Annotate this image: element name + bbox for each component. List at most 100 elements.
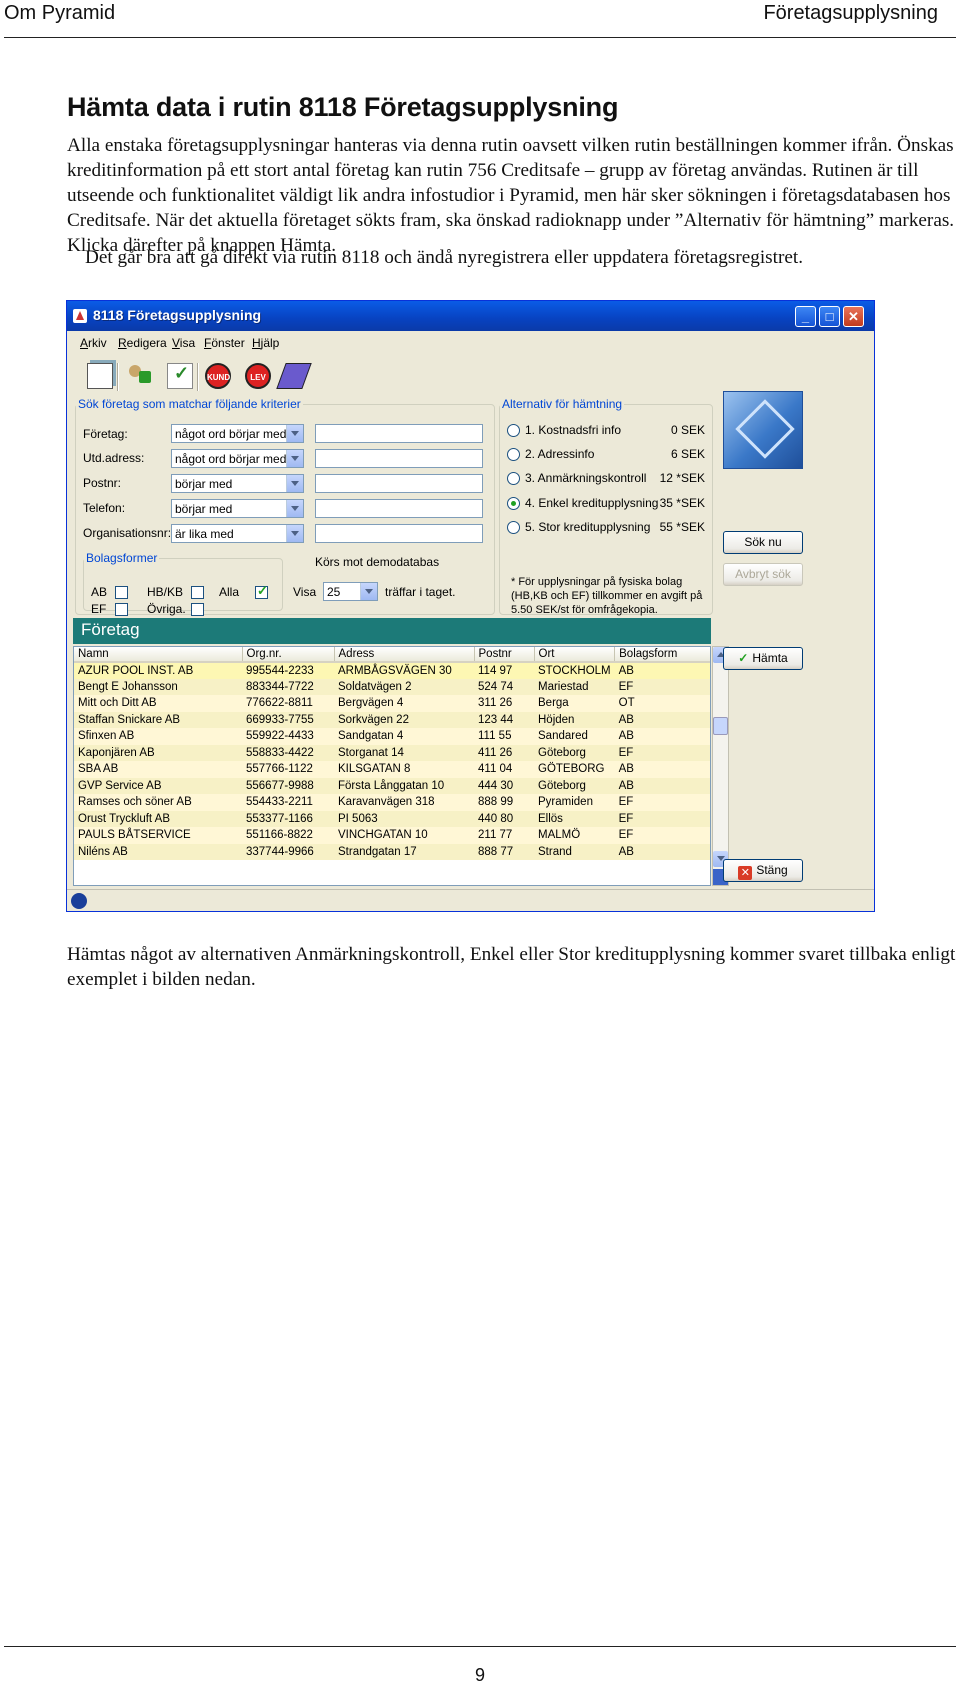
customer-icon[interactable]: KUND — [205, 363, 231, 389]
cell-adress: KILSGATAN 8 — [334, 761, 474, 778]
search-input-telefon[interactable] — [315, 499, 483, 518]
cell-adress: Sandgatan 4 — [334, 728, 474, 745]
table-row[interactable]: Sfinxen AB 559922-4433 Sandgatan 4 111 55 Sa… — [74, 728, 710, 745]
menu-fonster[interactable]: Fönster — [204, 336, 245, 350]
close-button[interactable]: ✕ Stäng — [723, 859, 803, 882]
search-input-organisationsnr[interactable] — [315, 524, 483, 543]
chevron-down-icon[interactable] — [286, 450, 303, 467]
column-header-orgnr[interactable]: Org.nr. — [242, 647, 335, 663]
table-row[interactable]: Mitt och Ditt AB 776622-8811 Bergvägen 4 31… — [74, 695, 710, 712]
hits-per-page-select[interactable]: 25 — [323, 582, 378, 601]
operator-select-foretag[interactable]: något ord börjar med — [171, 424, 304, 443]
fetch-button-label: Hämta — [752, 651, 788, 665]
cell-adress: VINCHGATAN 10 — [334, 827, 474, 844]
cell-postnr: 888 77 — [474, 843, 534, 860]
book-icon[interactable] — [276, 363, 312, 389]
checkbox-alla[interactable] — [255, 583, 268, 599]
checkbox-ab[interactable] — [115, 586, 128, 599]
table-row[interactable]: Kaponjären AB 558833-4422 Storganat 14 411 … — [74, 744, 710, 761]
checkbox-ovriga[interactable] — [191, 603, 204, 616]
option-label-2: 2. Adressinfo — [525, 447, 595, 461]
cell-adress: PI 5063 — [334, 810, 474, 827]
radio-option-2[interactable] — [507, 448, 520, 461]
table-row[interactable]: GVP Service AB 556677-9988 Första Långgata… — [74, 777, 710, 794]
running-head: Om Pyramid Företagsupplysning — [0, 0, 960, 40]
operator-value: börjar med — [175, 477, 233, 491]
results-grid[interactable]: Namn Org.nr. Adress Postnr Ort Bolagsfor… — [73, 646, 711, 886]
table-row[interactable]: Staffan Snickare AB 669933-7755 Sorkvägen … — [74, 711, 710, 728]
radio-option-4[interactable] — [507, 497, 520, 510]
operator-select-organisationsnr[interactable]: är lika med — [171, 524, 304, 543]
operator-value: är lika med — [175, 527, 234, 541]
search-now-button[interactable]: Sök nu — [723, 531, 803, 554]
checkbox-ef[interactable] — [115, 603, 128, 616]
column-header-adress[interactable]: Adress — [334, 647, 475, 663]
chevron-down-icon[interactable] — [286, 475, 303, 492]
table-row[interactable]: Orust Tryckluft AB 553377-1166 PI 5063 440 … — [74, 810, 710, 827]
toolbar: KUND LEV — [75, 363, 325, 393]
menu-redigera[interactable]: Redigera — [118, 336, 167, 350]
cell-postnr: 123 44 — [474, 711, 534, 728]
cell-ort: MALMÖ — [534, 827, 615, 844]
app-icon — [73, 309, 87, 323]
maximize-button[interactable]: □ — [819, 306, 840, 327]
cell-orgnr: 883344-7722 — [242, 678, 334, 695]
grid-scrollbar[interactable] — [712, 646, 729, 886]
column-header-namn[interactable]: Namn — [74, 647, 243, 663]
add-user-icon[interactable] — [127, 363, 153, 389]
checkbox-label-ab: AB — [91, 585, 108, 599]
chevron-down-icon[interactable] — [286, 525, 303, 542]
table-row[interactable]: Bengt E Johansson 883344-7722 Soldatvägen … — [74, 678, 710, 695]
cell-postnr: 524 74 — [474, 678, 534, 695]
radio-option-1[interactable] — [507, 424, 520, 437]
radio-option-5[interactable] — [507, 521, 520, 534]
cell-postnr: 411 26 — [474, 744, 534, 761]
menu-visa[interactable]: Visa — [172, 336, 195, 350]
table-row[interactable]: SBA AB 557766-1122 KILSGATAN 8 411 04 GÖTEBO… — [74, 761, 710, 778]
operator-select-telefon[interactable]: börjar med — [171, 499, 304, 518]
grid-body: AZUR POOL INST. AB 995544-2233 ARMBÅGSVÄGE… — [74, 662, 710, 860]
search-input-foretag[interactable] — [315, 424, 483, 443]
footer-rule — [4, 1646, 956, 1647]
search-input-utdadress[interactable] — [315, 449, 483, 468]
table-row[interactable]: Ramses och söner AB 554433-2211 Karavanväg… — [74, 794, 710, 811]
checkbox-label-alla: Alla — [219, 585, 240, 599]
cell-bolagsform: EF — [614, 810, 710, 827]
option-label-1: 1. Kostnadsfri info — [525, 423, 622, 437]
minimize-button[interactable]: _ — [795, 306, 816, 327]
cell-orgnr: 559922-4433 — [242, 728, 334, 745]
checkbox-hbkb[interactable] — [191, 586, 204, 599]
fetch-button[interactable]: ✓ Hämta — [723, 647, 803, 670]
search-input-postnr[interactable] — [315, 474, 483, 493]
radio-option-3[interactable] — [507, 472, 520, 485]
operator-select-utdadress[interactable]: något ord börjar med — [171, 449, 304, 468]
title-bar: 8118 Företagsupplysning _ □ ✕ — [67, 301, 874, 331]
close-window-button[interactable]: ✕ — [843, 306, 864, 327]
chevron-down-icon[interactable] — [286, 500, 303, 517]
close-icon: ✕ — [738, 866, 753, 880]
documents-icon[interactable] — [87, 363, 113, 389]
cell-bolagsform: AB — [614, 662, 710, 679]
bolagsformer-legend: Bolagsformer — [86, 551, 158, 565]
toolbar-separator — [197, 363, 199, 391]
cell-namn: AZUR POOL INST. AB — [74, 662, 242, 679]
column-header-postnr[interactable]: Postnr — [474, 647, 535, 663]
menu-arkiv[interactable]: Arkiv — [80, 336, 107, 350]
shortcut-paragraph: Det går bra att gå direkt via rutin 8118… — [85, 247, 803, 268]
operator-select-postnr[interactable]: börjar med — [171, 474, 304, 493]
column-header-bolagsform[interactable]: Bolagsform — [614, 647, 710, 663]
chevron-down-icon[interactable] — [286, 425, 303, 442]
supplier-icon[interactable]: LEV — [245, 363, 271, 389]
chevron-down-icon[interactable] — [360, 583, 377, 600]
cancel-search-button[interactable]: Avbryt sök — [723, 563, 803, 586]
table-row[interactable]: PAULS BÅTSERVICE 551166-8822 VINCHGATAN 10… — [74, 827, 710, 844]
table-row[interactable]: Niléns AB 337744-9966 Strandgatan 17 888 77… — [74, 843, 710, 860]
scroll-thumb[interactable] — [713, 717, 728, 735]
cell-bolagsform: AB — [614, 728, 710, 745]
option-label-3: 3. Anmärkningskontroll — [525, 471, 647, 485]
table-row[interactable]: AZUR POOL INST. AB 995544-2233 ARMBÅGSVÄGE… — [74, 662, 710, 679]
menu-hjalp[interactable]: Hjälp — [252, 336, 279, 350]
column-header-ort[interactable]: Ort — [534, 647, 616, 663]
cell-ort: Mariestad — [534, 678, 615, 695]
checklist-icon[interactable] — [167, 363, 193, 389]
